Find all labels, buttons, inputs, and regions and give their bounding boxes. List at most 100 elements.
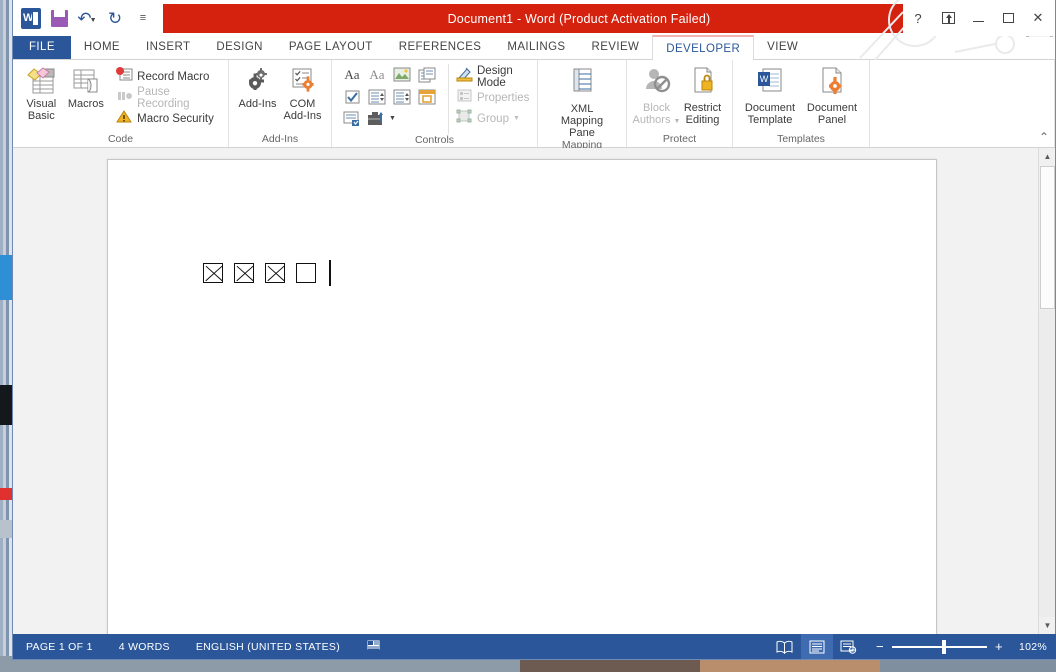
read-mode-view-button[interactable] xyxy=(769,634,801,659)
tab-home[interactable]: HOME xyxy=(71,35,133,59)
xml-mapping-pane-button[interactable]: XML MappingPane xyxy=(551,64,613,139)
group-chevron-down-icon: ▼ xyxy=(513,115,520,122)
zoom-slider[interactable] xyxy=(892,646,987,648)
drop-down-list-content-control-icon[interactable] xyxy=(390,86,414,107)
text-cursor xyxy=(329,260,331,286)
status-bar: PAGE 1 OF 1 4 WORDS ENGLISH (UNITED STAT… xyxy=(13,634,1056,659)
building-block-gallery-content-control-icon[interactable] xyxy=(415,64,439,85)
macro-security-button[interactable]: Macro Security xyxy=(116,108,222,129)
status-language[interactable]: ENGLISH (UNITED STATES) xyxy=(183,641,353,653)
scrollbar-thumb[interactable] xyxy=(1040,166,1055,309)
tab-review[interactable]: REVIEW xyxy=(579,35,653,59)
status-word-count[interactable]: 4 WORDS xyxy=(106,641,183,653)
record-macro-icon xyxy=(116,67,133,87)
scroll-down-icon[interactable]: ▼ xyxy=(1039,617,1055,634)
background-band xyxy=(0,488,12,500)
vertical-scrollbar[interactable]: ▲ ▼ xyxy=(1038,148,1055,634)
ribbon-group-code: VisualBasic Macros xyxy=(13,60,229,147)
web-layout-view-button[interactable] xyxy=(833,634,865,659)
proofing-errors-icon[interactable] xyxy=(353,638,394,655)
ribbon: VisualBasic Macros xyxy=(13,60,1055,148)
zoom-in-button[interactable]: + xyxy=(994,639,1004,654)
macros-label: Macros xyxy=(68,98,104,110)
tab-design[interactable]: DESIGN xyxy=(203,35,276,59)
ribbon-group-controls: Aa Aa xyxy=(332,60,538,147)
tab-insert[interactable]: INSERT xyxy=(133,35,203,59)
customize-quick-access-toolbar-icon[interactable]: ≡ xyxy=(129,3,157,33)
tab-view[interactable]: VIEW xyxy=(754,35,811,59)
tab-file[interactable]: FILE xyxy=(13,35,71,59)
legacy-tools-chevron-down-icon[interactable]: ▼ xyxy=(389,115,396,122)
check-box-content-control-icon[interactable] xyxy=(340,86,364,107)
document-area[interactable]: ▲ ▼ xyxy=(13,148,1055,634)
tab-mailings[interactable]: MAILINGS xyxy=(494,35,578,59)
record-macro-button[interactable]: Record Macro xyxy=(116,66,222,87)
svg-text:W: W xyxy=(760,74,769,84)
scrollbar-track[interactable] xyxy=(1039,310,1055,617)
collapse-ribbon-icon[interactable]: ⌃ xyxy=(1039,130,1049,144)
com-add-ins-icon xyxy=(289,67,317,95)
undo-icon[interactable]: ↶▼ xyxy=(73,3,101,33)
quick-access-toolbar: ↶▼ ↻ ≡ xyxy=(13,0,157,36)
group-label-controls: Controls xyxy=(332,134,537,148)
restore-icon[interactable] xyxy=(993,1,1023,35)
zoom-level-label[interactable]: 102% xyxy=(1011,641,1047,653)
combo-box-content-control-icon[interactable] xyxy=(365,86,389,107)
macro-security-icon xyxy=(116,109,133,129)
plain-text-content-control-icon[interactable]: Aa xyxy=(365,64,389,85)
design-mode-button[interactable]: Design Mode xyxy=(456,66,531,87)
record-macro-label: Record Macro xyxy=(137,71,209,83)
word-app-icon[interactable] xyxy=(17,3,45,33)
pause-recording-icon xyxy=(116,88,133,108)
visual-basic-label: VisualBasic xyxy=(26,98,56,122)
macros-button[interactable]: Macros xyxy=(64,64,109,110)
tab-developer[interactable]: DEVELOPER xyxy=(652,35,754,60)
print-layout-view-button[interactable] xyxy=(801,634,833,659)
add-ins-label: Add-Ins xyxy=(239,98,277,110)
xml-mapping-pane-icon xyxy=(568,67,596,100)
document-template-button[interactable]: W DocumentTemplate xyxy=(739,64,801,126)
zoom-out-button[interactable]: − xyxy=(875,639,885,654)
save-icon[interactable] xyxy=(45,3,73,33)
legacy-tools-button[interactable]: ▼ xyxy=(365,108,414,129)
help-icon[interactable]: ? xyxy=(903,1,933,35)
ribbon-group-addins: Add-Ins xyxy=(229,60,332,147)
rich-text-content-control-icon[interactable]: Aa xyxy=(340,64,364,85)
group-label-templates: Templates xyxy=(733,133,869,147)
document-panel-label: DocumentPanel xyxy=(807,102,857,126)
document-page[interactable] xyxy=(107,159,937,634)
visual-basic-icon xyxy=(26,67,56,95)
block-authors-button: BlockAuthors ▼ xyxy=(634,64,680,128)
com-add-ins-button[interactable]: COMAdd-Ins xyxy=(280,64,325,122)
checkbox-control[interactable] xyxy=(234,263,254,283)
document-panel-button[interactable]: DocumentPanel xyxy=(801,64,863,126)
minimize-icon[interactable] xyxy=(963,1,993,35)
window-title-bar-fill: Document1 - Word (Product Activation Fai… xyxy=(163,4,995,33)
design-mode-label: Design Mode xyxy=(477,65,531,89)
checkbox-control[interactable] xyxy=(265,263,285,283)
close-icon[interactable]: ✕ xyxy=(1023,1,1053,35)
tab-page-layout[interactable]: PAGE LAYOUT xyxy=(276,35,386,59)
background-band xyxy=(0,255,12,300)
repeating-section-content-control-icon[interactable] xyxy=(340,108,364,129)
group-label-protect: Protect xyxy=(627,133,732,147)
add-ins-button[interactable]: Add-Ins xyxy=(235,64,280,110)
zoom-slider-thumb[interactable] xyxy=(942,640,946,654)
ribbon-display-options-icon[interactable] xyxy=(933,1,963,35)
date-picker-content-control-icon[interactable] xyxy=(415,86,439,107)
status-page-number[interactable]: PAGE 1 OF 1 xyxy=(13,641,106,653)
visual-basic-button[interactable]: VisualBasic xyxy=(19,64,64,122)
picture-content-control-icon[interactable] xyxy=(390,64,414,85)
title-bar: ↶▼ ↻ ≡ Document1 - Word (Product Activat… xyxy=(13,0,1055,36)
restrict-editing-label: RestrictEditing xyxy=(684,102,721,126)
redo-icon[interactable]: ↻ xyxy=(101,3,129,33)
add-ins-icon xyxy=(244,67,272,95)
group-label-addins: Add-Ins xyxy=(229,133,331,147)
checkbox-control[interactable] xyxy=(296,263,316,283)
checkbox-control[interactable] xyxy=(203,263,223,283)
tab-references[interactable]: REFERENCES xyxy=(386,35,495,59)
scroll-up-icon[interactable]: ▲ xyxy=(1039,148,1055,165)
zoom-control[interactable]: − + 102% xyxy=(865,639,1047,654)
ribbon-group-protect: BlockAuthors ▼ RestrictEditing Protect xyxy=(627,60,733,147)
restrict-editing-button[interactable]: RestrictEditing xyxy=(680,64,726,126)
